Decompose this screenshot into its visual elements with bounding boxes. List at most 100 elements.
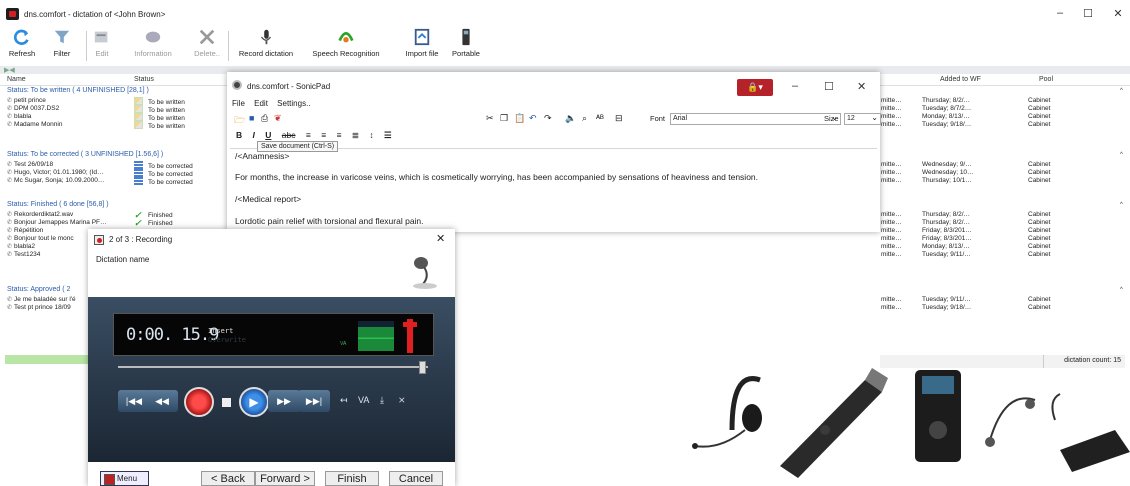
column-header-name[interactable]: Name <box>7 76 26 83</box>
mode-overwrite[interactable]: Overwrite <box>208 336 246 344</box>
align-center-icon[interactable]: ≡ <box>321 130 326 140</box>
column-header-status[interactable]: Status <box>134 76 154 83</box>
list-item[interactable]: Hugo, Victor; 01.01.1980; (Id… <box>7 169 104 176</box>
bullet-list-icon[interactable]: ☰ <box>384 130 392 140</box>
expand-arrow-icon[interactable]: ▶◀ <box>4 66 15 74</box>
list-item[interactable]: Mc Sugar, Sonja; 10.09.2000… <box>7 177 104 184</box>
copy-icon[interactable]: ❐ <box>500 113 508 124</box>
record-dictation-button[interactable]: Record dictation <box>233 28 299 64</box>
cancel-button[interactable]: Cancel <box>389 471 443 486</box>
list-item[interactable]: Répétition <box>7 227 43 234</box>
forward-button[interactable]: Forward > <box>255 471 315 486</box>
level-meter <box>358 321 394 351</box>
information-button[interactable]: Information <box>128 28 178 64</box>
menu-button[interactable]: Menu <box>100 471 149 486</box>
editor-line[interactable]: /<Anamnesis> <box>235 151 289 161</box>
undo-icon[interactable]: ↶ <box>529 113 537 124</box>
column-header-added[interactable]: Added to WF <box>940 76 981 83</box>
print-icon[interactable]: ⎙ <box>261 113 268 124</box>
close-button[interactable]: ✕ <box>1108 7 1128 20</box>
speech-recognition-button[interactable]: Speech Recognition <box>307 28 385 64</box>
line-spacing-icon[interactable]: ↕ <box>369 130 373 140</box>
play-button[interactable]: ▶ <box>239 387 269 417</box>
position-slider[interactable] <box>118 366 428 368</box>
minimize-button[interactable]: – <box>1050 7 1070 19</box>
list-item[interactable]: Rekorderdiktat2.wav <box>7 211 73 218</box>
font-select[interactable]: Arial ⌄ <box>670 113 841 125</box>
list-item[interactable]: Test pt prince 18/09 <box>7 304 71 311</box>
filter-button[interactable]: Filter <box>47 28 77 64</box>
abc-icon[interactable]: ᴬᴮ <box>596 113 604 123</box>
group-header-to-be-written[interactable]: Status: To be written ( 4 UNFINISHED [28… <box>7 87 149 94</box>
fast-forward-button[interactable]: ▶▶ <box>268 390 300 412</box>
stop-button[interactable] <box>222 398 231 407</box>
refresh-button[interactable]: Refresh <box>6 28 38 64</box>
download-icon[interactable]: ⤓ <box>380 395 384 406</box>
group-header-approved[interactable]: Status: Approved ( 2 <box>7 286 70 293</box>
menu-edit[interactable]: Edit <box>254 99 268 108</box>
size-select[interactable]: 12 ⌄ <box>844 113 881 125</box>
rewind-button[interactable]: ◀◀ <box>146 390 178 412</box>
sonicpad-maximize-button[interactable]: ☐ <box>824 80 834 93</box>
recording-close-button[interactable]: ✕ <box>436 232 445 245</box>
list-item[interactable]: Madame Monnin <box>7 121 62 128</box>
mode-insert[interactable]: Insert <box>208 327 233 335</box>
collapse-caret-icon[interactable]: ^ <box>1120 287 1123 293</box>
list-item[interactable]: blabla2 <box>7 243 35 250</box>
list-item[interactable]: blabla <box>7 113 31 120</box>
sonicpad-minimize-button[interactable]: – <box>792 80 798 92</box>
spellcheck-icon[interactable]: ❦ <box>274 113 282 124</box>
forward-to-end-button[interactable]: ▶▶| <box>298 390 330 412</box>
list-item[interactable]: Test 26/09/18 <box>7 161 53 168</box>
align-right-icon[interactable]: ≡ <box>337 130 342 140</box>
column-header-pool[interactable]: Pool <box>1039 76 1053 83</box>
paste-icon[interactable]: 📋 <box>514 113 525 124</box>
editor-line[interactable]: Lordotic pain relief with torsional and … <box>235 216 424 226</box>
list-item[interactable]: Bonjour Jemappes Marina PF… <box>7 219 107 226</box>
editor-line[interactable]: /<Medical report> <box>235 194 301 204</box>
finish-button[interactable]: Finish <box>325 471 379 486</box>
edit-button[interactable]: Edit <box>90 28 114 64</box>
group-header-finished[interactable]: Status: Finished ( 6 done [56,8] ) <box>7 201 109 208</box>
va-button[interactable]: VA <box>358 395 369 405</box>
record-slider-icon[interactable] <box>403 319 417 353</box>
position-slider-thumb[interactable] <box>419 361 426 374</box>
speaker-icon[interactable]: 🔈 <box>565 113 576 124</box>
menu-file[interactable]: File <box>232 99 245 108</box>
maximize-button[interactable]: ☐ <box>1078 7 1098 20</box>
sonicpad-close-button[interactable]: ✕ <box>857 80 866 93</box>
save-icon[interactable]: ■ <box>249 113 254 123</box>
list-item[interactable]: Bonjour tout le monc <box>7 235 74 242</box>
insert-icon[interactable]: ⊟ <box>615 113 623 124</box>
collapse-caret-icon[interactable]: ^ <box>1120 152 1123 158</box>
editor-line[interactable]: For months, the increase in varicose vei… <box>235 172 758 182</box>
delete-button[interactable]: Delete.. <box>192 28 222 64</box>
back-button[interactable]: < Back <box>201 471 255 486</box>
justify-icon[interactable]: ≣ <box>352 130 359 140</box>
find-replace-icon[interactable]: ⌕ <box>582 113 587 124</box>
record-button[interactable] <box>184 387 214 417</box>
bold-icon[interactable]: B <box>236 130 242 140</box>
insert-arrow-icon[interactable]: ↤ <box>340 395 348 406</box>
status-text: Finished <box>148 212 173 219</box>
group-header-to-be-corrected[interactable]: Status: To be corrected ( 3 UNFINISHED [… <box>7 151 163 158</box>
open-folder-icon[interactable]: 🗁 <box>234 113 245 129</box>
underline-icon[interactable]: U <box>265 130 271 140</box>
italic-icon[interactable]: I <box>253 130 255 140</box>
menu-settings[interactable]: Settings.. <box>277 99 310 108</box>
list-item[interactable]: Je me baladée sur l'é <box>7 296 76 303</box>
list-item[interactable]: petit prince <box>7 97 46 104</box>
strike-icon[interactable]: abc <box>282 130 296 140</box>
redo-icon[interactable]: ↷ <box>544 113 552 124</box>
cut-icon[interactable]: ✂ <box>486 113 494 124</box>
clear-icon[interactable]: ⨯ <box>398 395 406 406</box>
lock-button[interactable]: 🔒▾ <box>737 79 773 96</box>
recording-title: 2 of 3 : Recording <box>109 235 173 244</box>
align-left-icon[interactable]: ≡ <box>306 130 311 140</box>
portable-button[interactable]: Portable <box>449 28 483 64</box>
collapse-caret-icon[interactable]: ^ <box>1120 88 1123 94</box>
list-item[interactable]: Test1234 <box>7 251 40 258</box>
list-item[interactable]: DPM 0037.DS2 <box>7 105 59 112</box>
import-file-button[interactable]: Import file <box>400 28 444 64</box>
collapse-caret-icon[interactable]: ^ <box>1120 202 1123 208</box>
